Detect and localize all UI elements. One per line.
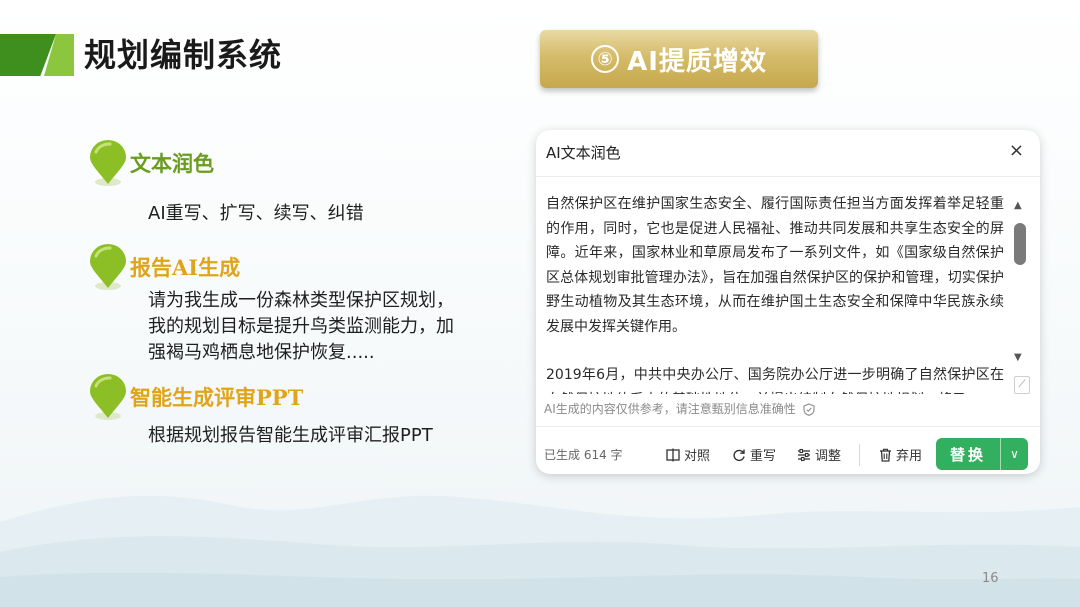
location-pin-icon <box>90 244 126 290</box>
discard-button[interactable]: 弃用 <box>879 445 922 464</box>
feature-desc-line: 我的规划目标是提升鸟类监测能力，加 <box>148 316 454 337</box>
replace-label: 替换 <box>949 445 986 464</box>
scroll-up-arrow-icon[interactable]: ▲ <box>1014 200 1022 211</box>
compare-icon <box>666 448 680 461</box>
dialog-title: AI文本润色 <box>546 144 621 162</box>
compare-button[interactable]: 对照 <box>666 445 710 464</box>
close-icon[interactable]: × <box>1009 140 1024 161</box>
feature-title: 文本润色 <box>130 151 214 176</box>
discard-label: 弃用 <box>896 449 923 464</box>
resize-handle-icon[interactable]: ⟋ <box>1014 376 1030 394</box>
replace-button[interactable]: 替换 ∨ <box>936 438 1028 470</box>
section-badge: ⑤ AI提质增效 <box>540 30 818 88</box>
feature-desc-line: AI重写、扩写、续写、纠错 <box>148 203 364 224</box>
feature-desc-line: 根据规划报告智能生成评审汇报PPT <box>148 425 433 446</box>
compare-label: 对照 <box>684 449 711 464</box>
sliders-icon <box>798 448 810 461</box>
feature-title: 报告AI生成 <box>130 255 241 280</box>
disclaimer-label: AI生成的内容仅供参考，请注意甄别信息准确性 <box>544 402 796 416</box>
adjust-button[interactable]: 调整 <box>797 445 841 464</box>
badge-text: AI提质增效 <box>627 46 767 77</box>
scroll-down-arrow-icon[interactable]: ▼ <box>1014 352 1022 363</box>
toolbar-divider <box>859 444 860 466</box>
divider <box>536 176 1040 177</box>
chevron-down-icon[interactable]: ∨ <box>1000 438 1028 470</box>
generated-count: 已生成 614 字 <box>544 448 623 462</box>
feature-title: 智能生成评审PPT <box>130 385 304 410</box>
feature-desc-line: 强褐马鸡栖息地保护恢复..... <box>148 342 375 363</box>
feature-desc-line: 请为我生成一份森林类型保护区规划， <box>148 290 454 311</box>
divider <box>536 426 1040 427</box>
refresh-icon <box>733 449 745 461</box>
ai-polish-dialog: AI文本润色 × 自然保护区在维护国家生态安全、履行国际责任担当方面发挥着举足轻… <box>536 130 1040 474</box>
rewrite-label: 重写 <box>750 449 777 464</box>
generated-paragraph: 2019年6月，中共中央办公厅、国务院办公厅进一步明确了自然保护区在自然保护地体… <box>546 367 1004 394</box>
badge-number: ⑤ <box>591 45 620 73</box>
disclaimer-text: AI生成的内容仅供参考，请注意甄别信息准确性 <box>544 400 815 417</box>
rewrite-button[interactable]: 重写 <box>732 445 776 464</box>
shield-check-icon <box>803 403 815 416</box>
generated-text-area[interactable]: 自然保护区在维护国家生态安全、履行国际责任担当方面发挥着举足轻重的作用，同时，它… <box>546 192 1004 394</box>
page-title: 规划编制系统 <box>84 36 283 74</box>
location-pin-icon <box>90 140 126 186</box>
generated-paragraph: 自然保护区在维护国家生态安全、履行国际责任担当方面发挥着举足轻重的作用，同时，它… <box>546 196 1004 335</box>
trash-icon <box>880 448 891 462</box>
location-pin-icon <box>90 374 126 420</box>
page-number: 16 <box>982 571 999 586</box>
adjust-label: 调整 <box>815 449 842 464</box>
scrollbar-thumb[interactable] <box>1014 223 1026 265</box>
